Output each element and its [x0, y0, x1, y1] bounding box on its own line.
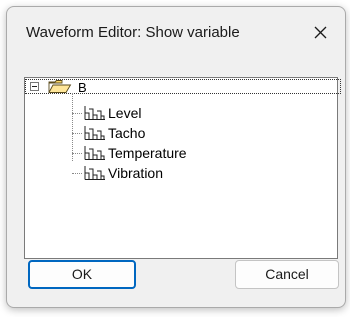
close-icon [314, 26, 327, 39]
tree-node-label: Temperature [108, 145, 187, 161]
tree-node-root[interactable]: B [25, 79, 341, 95]
window-title: Waveform Editor: Show variable [26, 24, 240, 41]
tree-node-label: Level [108, 105, 142, 121]
variable-tree[interactable]: B Level Tacho Temperature Vibration [24, 77, 341, 259]
tree-node-label: Vibration [108, 165, 164, 181]
tree-node-level[interactable]: Level [72, 103, 272, 123]
waveform-variable-icon [84, 106, 105, 120]
tree-node-temperature[interactable]: Temperature [72, 143, 272, 163]
waveform-variable-icon [84, 126, 105, 140]
title-bar[interactable]: Waveform Editor: Show variable [7, 7, 345, 57]
cancel-button[interactable]: Cancel [235, 260, 339, 289]
show-variable-dialog: Waveform Editor: Show variable B Level T… [6, 6, 346, 308]
tree-root-label: B [78, 80, 87, 95]
tree-node-vibration[interactable]: Vibration [72, 163, 272, 183]
close-button[interactable] [303, 17, 339, 49]
waveform-variable-icon [84, 146, 105, 160]
collapse-icon[interactable] [30, 82, 39, 91]
tree-node-label: Tacho [108, 125, 146, 141]
tree-node-tacho[interactable]: Tacho [72, 123, 272, 143]
ok-button[interactable]: OK [28, 260, 136, 289]
open-folder-icon [48, 80, 72, 93]
waveform-variable-icon [84, 166, 105, 180]
